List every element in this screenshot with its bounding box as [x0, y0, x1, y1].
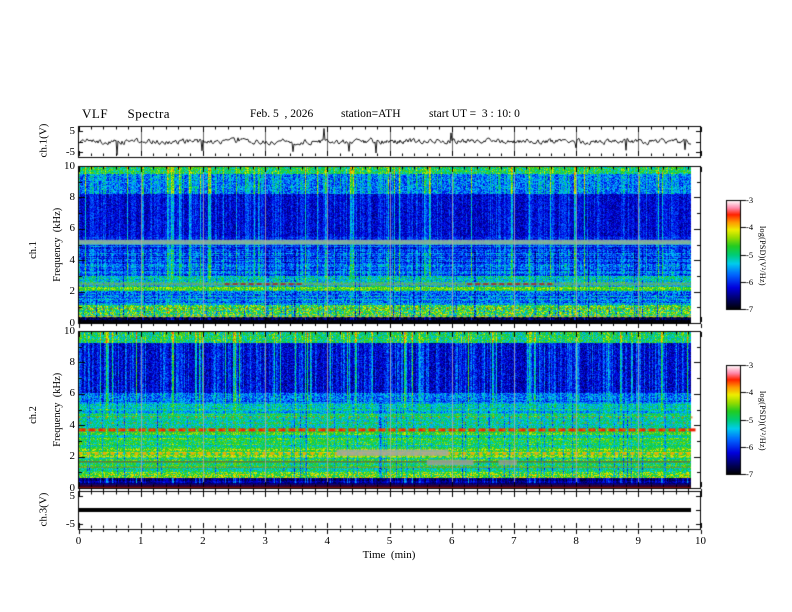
tick-label: 10: [695, 535, 706, 547]
tick-label: 8: [573, 535, 579, 547]
tick-label: 6: [69, 222, 76, 235]
tick-label: 10: [64, 159, 75, 172]
tick-label: 5: [69, 124, 76, 137]
vlf-spectra-figure: VLF Spectra Feb. 5 , 2026 station=ATH st…: [0, 0, 792, 612]
tick-label: 5: [69, 489, 76, 502]
colorbar1-label: log(PSD)(V²/Hz): [758, 226, 767, 286]
tick-label: 8: [69, 355, 76, 368]
tick-label: 4: [69, 418, 76, 431]
tick-label: 9: [635, 535, 642, 547]
tick-label: -3: [746, 195, 754, 205]
start-ut-label: start UT = 3 : 10: 0: [429, 108, 520, 120]
tick-label: -7: [746, 469, 754, 479]
spec2-channel-label: ch.2: [28, 406, 39, 424]
tick-label: 2: [69, 285, 76, 298]
spec1-frequency-label: Frequency (kHz): [52, 207, 63, 282]
tick-label: 2: [200, 535, 206, 547]
tick-label: 6: [69, 387, 76, 400]
tick-label: -5: [65, 517, 75, 530]
plot-canvas: [0, 0, 792, 612]
x-axis-title: Time (min): [362, 549, 416, 561]
tick-label: 7: [511, 535, 517, 547]
tick-label: -5: [65, 146, 75, 158]
tick-label: 8: [69, 190, 76, 203]
spec1-channel-label: ch.1: [28, 241, 39, 259]
tick-label: 4: [69, 253, 76, 266]
tick-label: 2: [69, 450, 76, 463]
tick-label: 6: [448, 535, 455, 547]
tick-label: 5: [386, 535, 393, 547]
tick-label: 0: [75, 535, 82, 547]
spec2-frequency-label: Frequency (kHz): [52, 372, 63, 447]
tick-label: 1: [137, 535, 144, 547]
tick-label: -3: [746, 360, 754, 370]
tick-label: 4: [324, 535, 331, 547]
tick-label: 10: [64, 324, 75, 337]
tick-label: -7: [746, 304, 754, 314]
date-label: Feb. 5 , 2026: [250, 108, 314, 120]
colorbar2-label: log(PSD)(V²/Hz): [758, 391, 767, 451]
station-label: station=ATH: [341, 108, 401, 120]
figure-title: VLF Spectra: [82, 106, 171, 121]
tick-label: 3: [262, 535, 268, 547]
